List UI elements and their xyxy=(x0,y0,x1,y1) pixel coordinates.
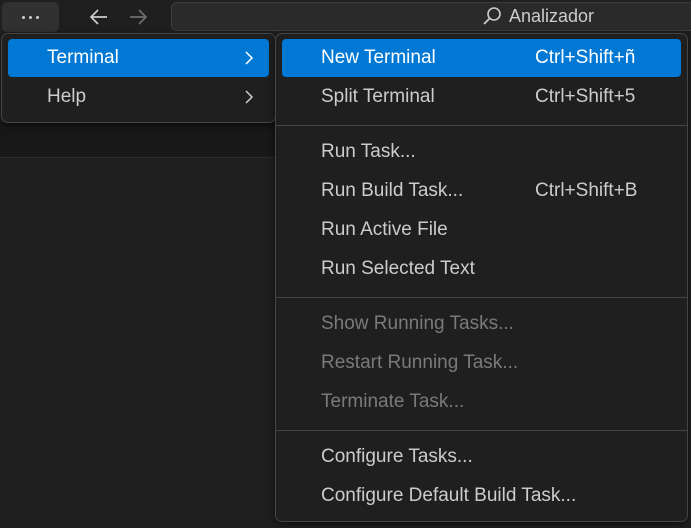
command-center[interactable] xyxy=(171,2,691,31)
menu-item-split-terminal[interactable]: Split Terminal Ctrl+Shift+5 xyxy=(282,78,681,116)
menu-item-label: Show Running Tasks... xyxy=(321,313,514,334)
keybinding-label: Ctrl+Shift+5 xyxy=(535,86,636,107)
menu-separator xyxy=(276,430,687,431)
menu-item-run-active-file[interactable]: Run Active File xyxy=(282,211,681,249)
menu-item-label: Configure Default Build Task... xyxy=(321,485,577,506)
keybinding-label: Ctrl+Shift+B xyxy=(535,180,638,201)
search-label: Analizador xyxy=(509,5,595,26)
menu-item-label: Split Terminal xyxy=(321,86,435,107)
chevron-right-icon xyxy=(245,51,254,65)
menu-item-help[interactable]: Help xyxy=(8,78,269,116)
menu-item-label: Configure Tasks... xyxy=(321,446,473,467)
menu-item-label: Help xyxy=(47,86,87,107)
menu-item-show-running-tasks: Show Running Tasks... xyxy=(282,305,681,343)
menu-item-configure-default-build-task[interactable]: Configure Default Build Task... xyxy=(282,477,681,515)
menu-item-configure-tasks[interactable]: Configure Tasks... xyxy=(282,438,681,476)
editor-area xyxy=(0,122,276,158)
menu-item-terminate-task: Terminate Task... xyxy=(282,383,681,421)
terminal-submenu: New Terminal Ctrl+Shift+ñ Split Terminal… xyxy=(275,33,688,522)
menu-item-label: Run Build Task... xyxy=(321,180,464,201)
menu-item-terminal[interactable]: Terminal xyxy=(8,39,269,77)
menu-item-label: Terminate Task... xyxy=(321,391,465,412)
menu-item-label: Run Selected Text xyxy=(321,258,475,279)
keybinding-label: Ctrl+Shift+ñ xyxy=(535,47,636,68)
menu-item-label: Restart Running Task... xyxy=(321,352,519,373)
menu-item-label: Run Task... xyxy=(321,141,416,162)
menu-item-label: Run Active File xyxy=(321,219,448,240)
main-menu: Terminal Help xyxy=(1,33,276,123)
title-bar: Analizador xyxy=(0,0,691,34)
arrow-right-icon xyxy=(130,9,148,25)
more-actions-button[interactable] xyxy=(2,2,59,32)
menu-item-restart-running-task: Restart Running Task... xyxy=(282,344,681,382)
chevron-right-icon xyxy=(245,90,254,104)
arrow-left-icon xyxy=(89,9,107,25)
back-button[interactable] xyxy=(88,6,110,28)
forward-button[interactable] xyxy=(127,6,149,28)
menu-item-run-build-task[interactable]: Run Build Task... Ctrl+Shift+B xyxy=(282,172,681,210)
menu-item-run-selected-text[interactable]: Run Selected Text xyxy=(282,250,681,288)
menu-item-label: New Terminal xyxy=(321,47,436,68)
command-center-search[interactable]: Analizador xyxy=(481,5,594,27)
menu-item-label: Terminal xyxy=(47,47,119,68)
ellipsis-icon xyxy=(20,15,41,19)
menu-item-run-task[interactable]: Run Task... xyxy=(282,133,681,171)
menu-separator xyxy=(276,125,687,126)
menu-separator xyxy=(276,297,687,298)
search-icon xyxy=(483,7,501,25)
menu-item-new-terminal[interactable]: New Terminal Ctrl+Shift+ñ xyxy=(282,39,681,77)
